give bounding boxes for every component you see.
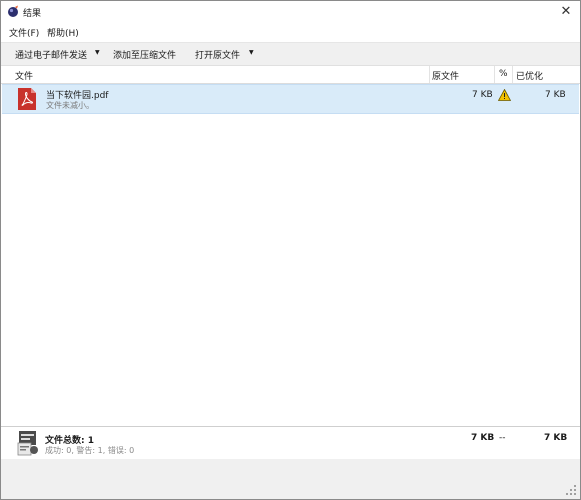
window-title: 结果 xyxy=(23,9,42,19)
summary-percent: -- xyxy=(499,433,506,443)
send-email-button[interactable]: 通过电子邮件发送 xyxy=(15,48,87,61)
summary-original-size: 7 KB xyxy=(471,433,495,443)
summary-detail: 成功: 0, 警告: 1, 错误: 0 xyxy=(45,446,135,455)
menu-help[interactable]: 帮助(H) xyxy=(47,26,79,39)
status-bar xyxy=(1,459,580,499)
column-divider[interactable] xyxy=(494,66,495,83)
grid-header: 文件 原文件 % 已优化 xyxy=(1,66,580,84)
menu-bar: 文件(F) 帮助(H) xyxy=(1,23,580,41)
menu-file[interactable]: 文件(F) xyxy=(9,26,39,39)
original-size: 7 KB xyxy=(472,90,493,100)
results-window: 结果 ✕ 文件(F) 帮助(H) 通过电子邮件发送 ▼ 添加至压缩文件 打开原文… xyxy=(0,0,581,500)
table-row[interactable]: 当下软件园.pdf 文件未减小。 7 KB 7 KB xyxy=(2,84,579,114)
toolbar: 通过电子邮件发送 ▼ 添加至压缩文件 打开原文件 ▼ xyxy=(1,42,580,66)
app-orb-icon xyxy=(8,5,18,17)
pdf-file-icon xyxy=(18,88,36,110)
add-to-archive-button[interactable]: 添加至压缩文件 xyxy=(113,48,176,61)
open-original-button[interactable]: 打开原文件 xyxy=(195,48,240,61)
summary-optimized-size: 7 KB xyxy=(544,433,568,443)
file-status: 文件未减小。 xyxy=(46,101,94,110)
column-optimized[interactable]: 已优化 xyxy=(516,69,543,82)
column-file[interactable]: 文件 xyxy=(15,69,33,82)
optimized-size: 7 KB xyxy=(545,90,566,100)
column-divider[interactable] xyxy=(429,66,430,83)
open-original-dropdown-icon[interactable]: ▼ xyxy=(249,49,254,56)
warning-triangle-icon xyxy=(498,89,511,101)
column-percent[interactable]: % xyxy=(499,69,508,79)
files-stack-icon xyxy=(17,431,38,456)
close-button[interactable]: ✕ xyxy=(552,1,580,23)
send-email-dropdown-icon[interactable]: ▼ xyxy=(95,49,100,56)
resize-grip-icon[interactable] xyxy=(566,485,576,495)
summary-footer: 文件总数: 1 成功: 0, 警告: 1, 错误: 0 7 KB -- 7 KB xyxy=(1,426,580,459)
column-divider[interactable] xyxy=(512,66,513,83)
title-bar: 结果 ✕ xyxy=(1,1,580,23)
column-original[interactable]: 原文件 xyxy=(432,69,459,82)
